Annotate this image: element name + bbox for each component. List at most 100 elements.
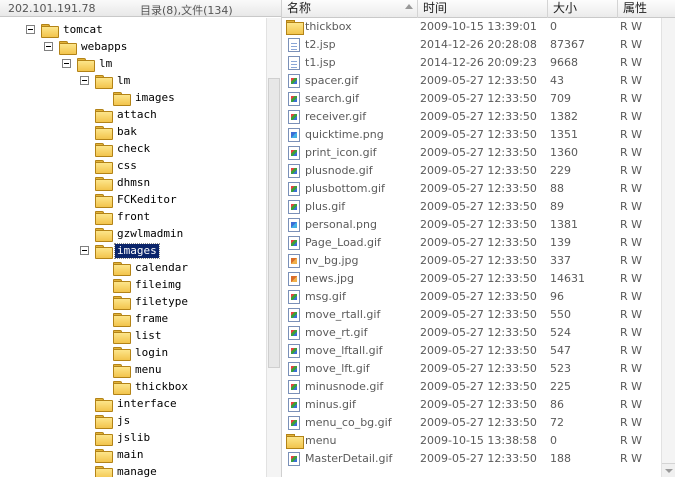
file-row[interactable]: move_rt.gif 2009-05-27 12:33:50 524 R W [282, 324, 675, 342]
file-row[interactable]: news.jpg 2009-05-27 12:33:50 14631 R W [282, 270, 675, 288]
file-row[interactable]: quicktime.png 2009-05-27 12:33:50 1351 R W [282, 126, 675, 144]
tree-node[interactable]: attach [80, 106, 159, 123]
collapse-minus-icon[interactable] [26, 25, 35, 34]
icon-shape [288, 200, 300, 214]
sort-up-icon [405, 4, 413, 9]
tree-node[interactable]: menu [98, 361, 164, 378]
tree-node[interactable]: lm [62, 55, 114, 72]
tree-node[interactable]: css [80, 157, 139, 174]
file-row[interactable]: t1.jsp 2014-12-26 20:09:23 9668 R W [282, 54, 675, 72]
tree-node[interactable]: images [80, 242, 160, 259]
file-row[interactable]: spacer.gif 2009-05-27 12:33:50 43 R W [282, 72, 675, 90]
file-row[interactable]: menu_co_bg.gif 2009-05-27 12:33:50 72 R W [282, 414, 675, 432]
file-time: 2009-05-27 12:33:50 [420, 380, 537, 393]
tree-node[interactable]: calendar [98, 259, 190, 276]
gif-file-icon [286, 326, 302, 340]
tree-node[interactable]: jslib [80, 429, 152, 446]
icon-shape [288, 56, 300, 70]
file-row[interactable]: search.gif 2009-05-27 12:33:50 709 R W [282, 90, 675, 108]
tree-node-label: menu [135, 362, 162, 376]
file-row[interactable]: Page_Load.gif 2009-05-27 12:33:50 139 R W [282, 234, 675, 252]
tree-node[interactable]: images [98, 89, 177, 106]
file-row[interactable]: minusnode.gif 2009-05-27 12:33:50 225 R W [282, 378, 675, 396]
tree-node[interactable]: interface [80, 395, 179, 412]
file-time: 2009-05-27 12:33:50 [420, 416, 537, 429]
file-row[interactable]: plusbottom.gif 2009-05-27 12:33:50 88 R W [282, 180, 675, 198]
tree-node[interactable]: bak [80, 123, 139, 140]
file-row[interactable]: move_lft.gif 2009-05-27 12:33:50 523 R W [282, 360, 675, 378]
column-name-label: 名称 [287, 1, 312, 15]
icon-shape [288, 38, 300, 52]
tree-node-label: fileimg [135, 277, 182, 291]
file-time: 2009-05-27 12:33:50 [420, 362, 537, 375]
tree-node[interactable]: fileimg [98, 276, 183, 293]
file-time: 2009-05-27 12:33:50 [420, 290, 537, 303]
tree-node[interactable]: webapps [44, 38, 129, 55]
folder-icon [113, 380, 131, 395]
tree-node-label: images [135, 90, 175, 104]
file-row[interactable]: nv_bg.jpg 2009-05-27 12:33:50 337 R W [282, 252, 675, 270]
scroll-down-arrow-icon[interactable] [662, 463, 675, 477]
icon-shape [288, 236, 300, 250]
tree-node[interactable]: FCKeditor [80, 191, 179, 208]
file-row[interactable]: MasterDetail.gif 2009-05-27 12:33:50 188 R … [282, 450, 675, 468]
collapse-minus-icon[interactable] [80, 246, 89, 255]
column-time-header[interactable]: 时间 [418, 0, 548, 18]
tree-node[interactable]: gzwlmadmin [80, 225, 185, 242]
column-name-header[interactable]: 名称 [282, 0, 418, 18]
tree-node[interactable]: front [80, 208, 152, 225]
file-row[interactable]: personal.png 2009-05-27 12:33:50 1381 R W [282, 216, 675, 234]
file-attributes: R W [620, 146, 643, 159]
file-row[interactable]: move_rtall.gif 2009-05-27 12:33:50 550 R W [282, 306, 675, 324]
file-name: minus.gif [305, 398, 356, 411]
column-attr-label: 属性 [623, 1, 648, 15]
tree-node[interactable]: manage [80, 463, 159, 477]
tree-scrollbar[interactable] [266, 18, 281, 477]
file-list-scrollbar[interactable] [661, 18, 675, 477]
tree-node[interactable]: frame [98, 310, 170, 327]
file-row[interactable]: plusnode.gif 2009-05-27 12:33:50 229 R W [282, 162, 675, 180]
folder-icon [59, 40, 77, 55]
tree-scrollbar-thumb[interactable] [268, 78, 280, 368]
file-time: 2009-10-15 13:38:58 [420, 434, 537, 447]
tree-node[interactable]: js [80, 412, 132, 429]
folder-icon [113, 278, 131, 293]
file-row[interactable]: minus.gif 2009-05-27 12:33:50 86 R W [282, 396, 675, 414]
file-row[interactable]: msg.gif 2009-05-27 12:33:50 96 R W [282, 288, 675, 306]
file-size: 86 [550, 398, 564, 411]
tree-node[interactable]: tomcat [26, 21, 105, 38]
folder-icon [113, 312, 131, 327]
file-time: 2009-05-27 12:33:50 [420, 344, 537, 357]
directory-tree: tomcat webapps lm lm images attach bak check css… [0, 18, 266, 477]
file-row[interactable]: thickbox 2009-10-15 13:39:01 0 R W [282, 18, 675, 36]
tree-node[interactable]: thickbox [98, 378, 190, 395]
file-row[interactable]: menu 2009-10-15 13:38:58 0 R W [282, 432, 675, 450]
tree-node[interactable]: main [80, 446, 146, 463]
tree-node[interactable]: dhmsn [80, 174, 152, 191]
collapse-minus-icon[interactable] [80, 76, 89, 85]
tree-node[interactable]: login [98, 344, 170, 361]
folder-icon [95, 108, 113, 123]
file-attributes: R W [620, 74, 643, 87]
file-row[interactable]: plus.gif 2009-05-27 12:33:50 89 R W [282, 198, 675, 216]
tree-node-label: images [114, 242, 160, 259]
file-size: 337 [550, 254, 571, 267]
column-size-header[interactable]: 大小 [548, 0, 618, 18]
tree-node[interactable]: filetype [98, 293, 190, 310]
file-row[interactable]: move_lftall.gif 2009-05-27 12:33:50 547 R W [282, 342, 675, 360]
file-name: nv_bg.jpg [305, 254, 359, 267]
file-row[interactable]: t2.jsp 2014-12-26 20:28:08 87367 R W [282, 36, 675, 54]
column-attr-header[interactable]: 属性 [618, 0, 675, 18]
collapse-minus-icon[interactable] [44, 42, 53, 51]
file-attributes: R W [620, 236, 643, 249]
tree-node[interactable]: list [98, 327, 164, 344]
file-size: 96 [550, 290, 564, 303]
file-row[interactable]: print_icon.gif 2009-05-27 12:33:50 1360 R W [282, 144, 675, 162]
file-row[interactable]: receiver.gif 2009-05-27 12:33:50 1382 R W [282, 108, 675, 126]
file-attributes: R W [620, 254, 643, 267]
collapse-minus-icon[interactable] [62, 59, 71, 68]
tree-node[interactable]: check [80, 140, 152, 157]
directory-tree-pane: 202.101.191.78 目录(8),文件(134) tomcat webap… [0, 0, 281, 477]
tree-node[interactable]: lm [80, 72, 132, 89]
folder-icon [113, 261, 131, 276]
